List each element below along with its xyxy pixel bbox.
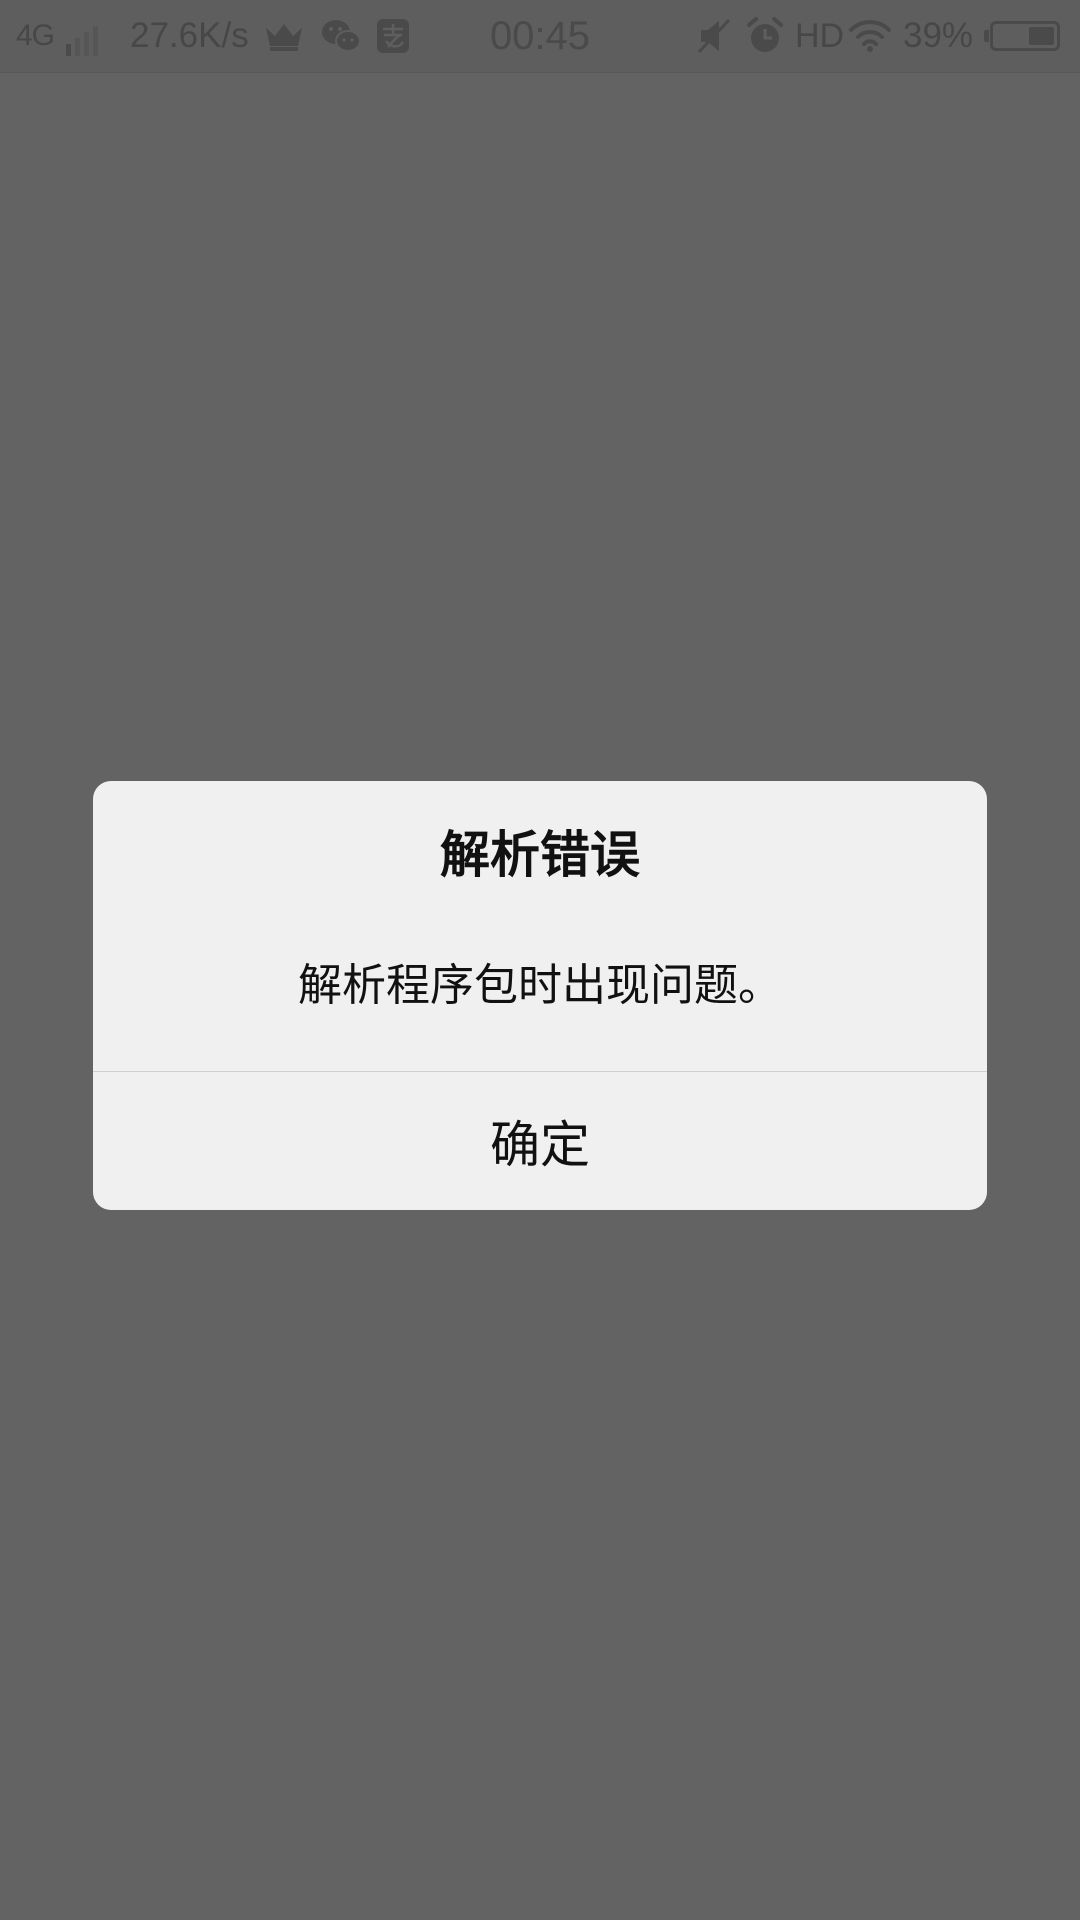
confirm-button[interactable]: 确定 [93, 1072, 987, 1210]
battery-icon [990, 21, 1060, 51]
mute-icon [697, 18, 731, 54]
battery-percent: 39% [903, 16, 974, 55]
alarm-icon [747, 17, 783, 52]
error-dialog: 解析错误 解析程序包时出现问题。 确定 [93, 781, 987, 1210]
screen: 4G 27.6K/s 00:45 HD 39% 解析错误 解析程序包时出现问题。… [0, 0, 1080, 1920]
dialog-title: 解析错误 [440, 826, 640, 884]
dialog-message: 解析程序包时出现问题。 [298, 960, 782, 1011]
hd-indicator: HD [795, 16, 845, 55]
wifi-icon [849, 20, 891, 52]
status-bar: 4G 27.6K/s 00:45 HD 39% [0, 0, 1080, 73]
battery-tip [984, 30, 989, 42]
